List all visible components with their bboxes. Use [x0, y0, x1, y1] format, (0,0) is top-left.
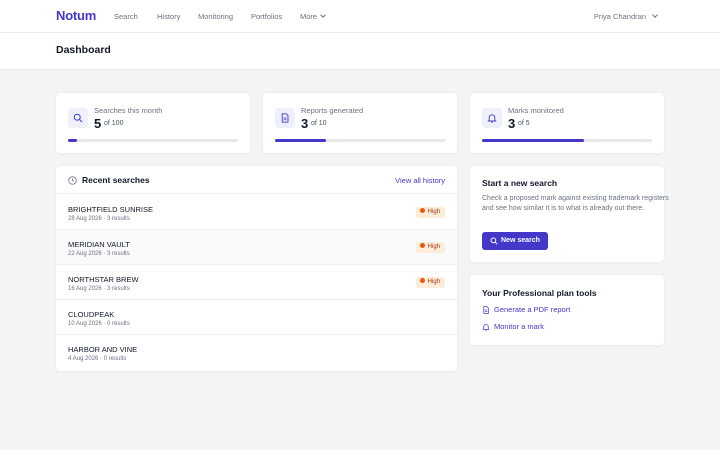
generate-pdf-label: Generate a PDF report — [494, 305, 571, 314]
progress-bar — [68, 139, 238, 142]
table-row[interactable]: NORTHSTAR BREW 16 Aug 2026 · 3 results H… — [56, 265, 457, 300]
risk-badge-label: High — [427, 244, 440, 250]
stat-value: 3 — [508, 116, 516, 131]
search-icon — [490, 237, 498, 245]
nav-link-history[interactable]: History — [157, 12, 180, 21]
chevron-down-icon — [652, 12, 658, 18]
progress-bar — [275, 139, 445, 142]
stat-limit: of 100 — [104, 120, 124, 127]
chevron-down-icon — [320, 12, 326, 18]
stat-label: Reports generated — [301, 106, 364, 115]
risk-badge-label: High — [427, 209, 440, 215]
user-name: Priya Chandran — [593, 12, 646, 21]
risk-badge: High — [415, 277, 445, 288]
recent-searches-header: Recent searches View all history — [56, 166, 457, 194]
stat-limit: of 10 — [311, 120, 327, 127]
document-icon — [275, 108, 295, 128]
progress-fill — [482, 139, 584, 142]
nav-link-search[interactable]: Search — [114, 12, 138, 21]
stat-card-searches: Searches this month 5 of 100 — [56, 93, 250, 153]
bell-icon — [482, 324, 490, 331]
risk-badge-label: High — [427, 279, 440, 285]
search-meta: 16 Aug 2026 · 3 results — [68, 286, 130, 292]
search-name: NORTHSTAR BREW — [68, 275, 139, 284]
plan-tools-card: Your Professional plan tools Generate a … — [470, 275, 664, 345]
new-search-title: Start a new search — [482, 178, 558, 188]
clock-icon — [68, 176, 77, 185]
stat-label: Marks monitored — [508, 106, 564, 115]
search-meta: 4 Aug 2026 · 0 results — [68, 356, 127, 362]
page-title: Dashboard — [56, 44, 111, 56]
new-search-button-label: New search — [501, 237, 540, 244]
new-search-button[interactable]: New search — [482, 232, 548, 250]
stat-card-reports: Reports generated 3 of 10 — [263, 93, 457, 153]
user-menu[interactable]: Priya Chandran — [593, 12, 658, 21]
new-search-description: Check a proposed mark against existing t… — [482, 195, 669, 212]
risk-dot-icon — [419, 243, 425, 248]
search-meta: 28 Aug 2026 · 3 results — [68, 216, 130, 222]
risk-dot-icon — [419, 278, 425, 283]
search-meta: 22 Aug 2026 · 3 results — [68, 251, 130, 257]
nav-more-menu[interactable]: More — [300, 12, 326, 21]
progress-fill — [275, 139, 326, 142]
plan-tools-title: Your Professional plan tools — [482, 288, 597, 298]
page-header: Dashboard — [0, 33, 720, 70]
stat-label: Searches this month — [94, 106, 163, 115]
risk-badge: High — [415, 242, 445, 253]
stat-value: 5 — [94, 116, 102, 131]
search-name: BRIGHTFIELD SUNRISE — [68, 205, 154, 214]
document-icon — [483, 306, 489, 314]
search-name: CLOUDPEAK — [68, 310, 115, 319]
nav-more-label: More — [300, 12, 318, 21]
monitor-mark-label: Monitor a mark — [494, 322, 545, 331]
top-nav: Notum Search History Monitoring Portfoli… — [0, 0, 720, 33]
new-search-card: Start a new search Check a proposed mark… — [470, 166, 669, 262]
stat-value: 3 — [301, 116, 309, 131]
brand-logo[interactable]: Notum — [56, 8, 96, 23]
stat-card-marks: Marks monitored 3 of 5 — [470, 93, 664, 153]
nav-link-portfolios[interactable]: Portfolios — [251, 12, 282, 21]
stat-limit: of 5 — [518, 120, 530, 127]
search-name: HARBOR AND VINE — [68, 345, 138, 354]
risk-badge: High — [415, 207, 445, 218]
search-icon — [68, 108, 88, 128]
table-row[interactable]: HARBOR AND VINE 4 Aug 2026 · 0 results — [56, 335, 457, 370]
search-meta: 10 Aug 2026 · 0 results — [68, 321, 130, 327]
nav-link-monitoring[interactable]: Monitoring — [198, 12, 233, 21]
view-all-history-link[interactable]: View all history — [395, 176, 445, 185]
progress-fill — [68, 139, 77, 142]
risk-dot-icon — [419, 208, 425, 213]
table-row[interactable]: CLOUDPEAK 10 Aug 2026 · 0 results — [56, 300, 457, 335]
bell-icon — [482, 108, 502, 128]
progress-bar — [482, 139, 652, 142]
recent-searches-title: Recent searches — [82, 175, 150, 185]
table-row[interactable]: MERIDIAN VAULT 22 Aug 2026 · 3 results H… — [56, 230, 457, 265]
recent-searches-card: Recent searches View all history BRIGHTF… — [56, 166, 457, 371]
search-name: MERIDIAN VAULT — [68, 240, 130, 249]
table-row[interactable]: BRIGHTFIELD SUNRISE 28 Aug 2026 · 3 resu… — [56, 195, 457, 230]
